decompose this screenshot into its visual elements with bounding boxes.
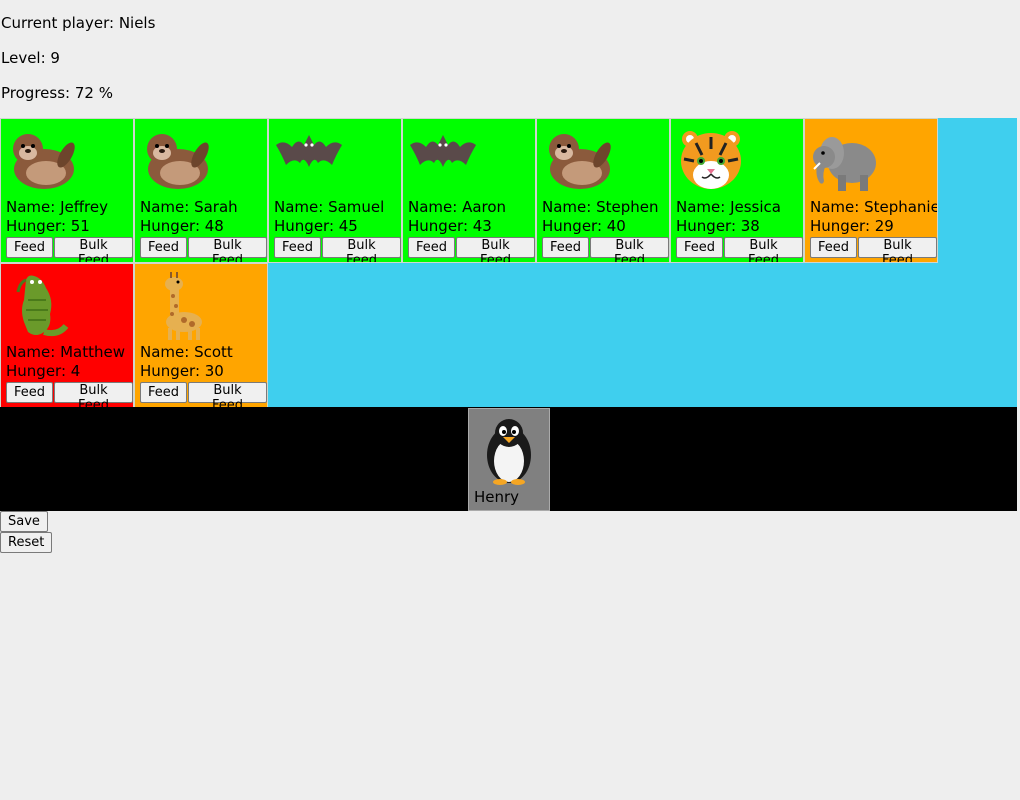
animal-actions: Feed Bulk Feed <box>676 237 803 262</box>
animal-actions: Feed Bulk Feed <box>810 237 937 262</box>
animal-hunger: Hunger: 4 <box>6 362 81 380</box>
feed-button[interactable]: Feed <box>408 237 456 258</box>
animal-actions: Feed Bulk Feed <box>140 382 267 407</box>
animal-card: Name: Stephanie Hunger: 29 Feed Bulk Feed <box>804 118 938 263</box>
animal-card: Name: Aaron Hunger: 43 Feed Bulk Feed <box>402 118 536 263</box>
animal-info: Name: Jeffrey Hunger: 51 <box>6 198 108 236</box>
otter-icon <box>147 134 209 189</box>
animal-card: Name: Jessica Hunger: 38 Feed Bulk Feed <box>670 118 804 263</box>
animal-hunger: Hunger: 51 <box>6 217 90 235</box>
bat-icon <box>410 135 476 167</box>
pen-animal-card[interactable]: Henry <box>468 408 550 511</box>
animal-card: Name: Scott Hunger: 30 Feed Bulk Feed <box>134 263 268 408</box>
animal-name: Name: Samuel <box>274 198 385 216</box>
otter-icon <box>13 134 75 189</box>
animal-info: Name: Jessica Hunger: 38 <box>676 198 781 236</box>
penguin-icon <box>487 419 531 485</box>
bulk-feed-button[interactable]: Bulk Feed <box>322 237 401 262</box>
giraffe-icon <box>165 272 202 340</box>
feed-button[interactable]: Feed <box>274 237 322 258</box>
animal-info: Name: Scott Hunger: 30 <box>140 343 233 381</box>
feed-button[interactable]: Feed <box>676 237 724 258</box>
animal-card: Name: Jeffrey Hunger: 51 Feed Bulk Feed <box>0 118 134 263</box>
bulk-feed-button[interactable]: Bulk Feed <box>54 382 133 407</box>
animal-card: Name: Sarah Hunger: 48 Feed Bulk Feed <box>134 118 268 263</box>
animal-info: Name: Aaron Hunger: 43 <box>408 198 506 236</box>
feed-button[interactable]: Feed <box>542 237 590 258</box>
animal-actions: Feed Bulk Feed <box>274 237 401 262</box>
zoo-grid: Name: Jeffrey Hunger: 51 Feed Bulk Feed Name… <box>0 118 1017 408</box>
animal-hunger: Hunger: 48 <box>140 217 224 235</box>
level: Level: 9 <box>1 49 60 67</box>
pen-animal-name: Henry <box>474 488 520 506</box>
bulk-feed-button[interactable]: Bulk Feed <box>456 237 535 262</box>
bulk-feed-button[interactable]: Bulk Feed <box>724 237 803 262</box>
animal-hunger: Hunger: 29 <box>810 217 894 235</box>
animal-info: Name: Sarah Hunger: 48 <box>140 198 238 236</box>
crocodile-icon <box>16 275 69 337</box>
bulk-feed-button[interactable]: Bulk Feed <box>188 382 267 407</box>
current-player: Current player: Niels <box>1 14 156 32</box>
animal-name: Name: Matthew <box>6 343 125 361</box>
feed-button[interactable]: Feed <box>810 237 858 258</box>
animal-info: Name: Stephen Hunger: 40 <box>542 198 658 236</box>
save-button[interactable]: Save <box>0 511 48 532</box>
bulk-feed-button[interactable]: Bulk Feed <box>858 237 937 262</box>
animal-name: Name: Aaron <box>408 198 507 216</box>
bulk-feed-button[interactable]: Bulk Feed <box>590 237 669 262</box>
animal-hunger: Hunger: 38 <box>676 217 760 235</box>
animal-actions: Feed Bulk Feed <box>6 382 133 407</box>
pen-area: Henry <box>0 407 1017 511</box>
feed-button[interactable]: Feed <box>140 382 188 403</box>
bulk-feed-button[interactable]: Bulk Feed <box>188 237 267 262</box>
animal-hunger: Hunger: 45 <box>274 217 358 235</box>
tiger-icon <box>681 131 741 189</box>
animal-name: Name: Stephen <box>542 198 659 216</box>
animal-name: Name: Scott <box>140 343 233 361</box>
animal-name: Name: Stephanie <box>810 198 938 216</box>
bat-icon <box>276 135 342 167</box>
animal-card: Name: Stephen Hunger: 40 Feed Bulk Feed <box>536 118 670 263</box>
animal-hunger: Hunger: 30 <box>140 362 224 380</box>
animal-hunger: Hunger: 43 <box>408 217 492 235</box>
feed-button[interactable]: Feed <box>6 237 54 258</box>
elephant-icon <box>813 137 876 191</box>
animal-hunger: Hunger: 40 <box>542 217 626 235</box>
otter-icon <box>549 134 611 189</box>
animal-card: Name: Samuel Hunger: 45 Feed Bulk Feed <box>268 118 402 263</box>
bulk-feed-button[interactable]: Bulk Feed <box>54 237 133 262</box>
feed-button[interactable]: Feed <box>6 382 54 403</box>
animal-actions: Feed Bulk Feed <box>542 237 669 262</box>
status-panel: Current player: Niels Level: 9 Progress:… <box>0 0 1020 118</box>
animal-info: Name: Matthew Hunger: 4 <box>6 343 125 381</box>
animal-info: Name: Samuel Hunger: 45 <box>274 198 384 236</box>
animal-card: Name: Matthew Hunger: 4 Feed Bulk Feed <box>0 263 134 408</box>
reset-button[interactable]: Reset <box>0 532 53 553</box>
animal-name: Name: Sarah <box>140 198 238 216</box>
animal-actions: Feed Bulk Feed <box>6 237 133 262</box>
animal-actions: Feed Bulk Feed <box>140 237 267 262</box>
animal-info: Name: Stephanie Hunger: 29 <box>810 198 938 236</box>
animal-name: Name: Jeffrey <box>6 198 109 216</box>
animal-actions: Feed Bulk Feed <box>408 237 535 262</box>
animal-name: Name: Jessica <box>676 198 781 216</box>
actions: Save Reset <box>0 511 1020 553</box>
feed-button[interactable]: Feed <box>140 237 188 258</box>
progress: Progress: 72 % <box>1 84 113 102</box>
